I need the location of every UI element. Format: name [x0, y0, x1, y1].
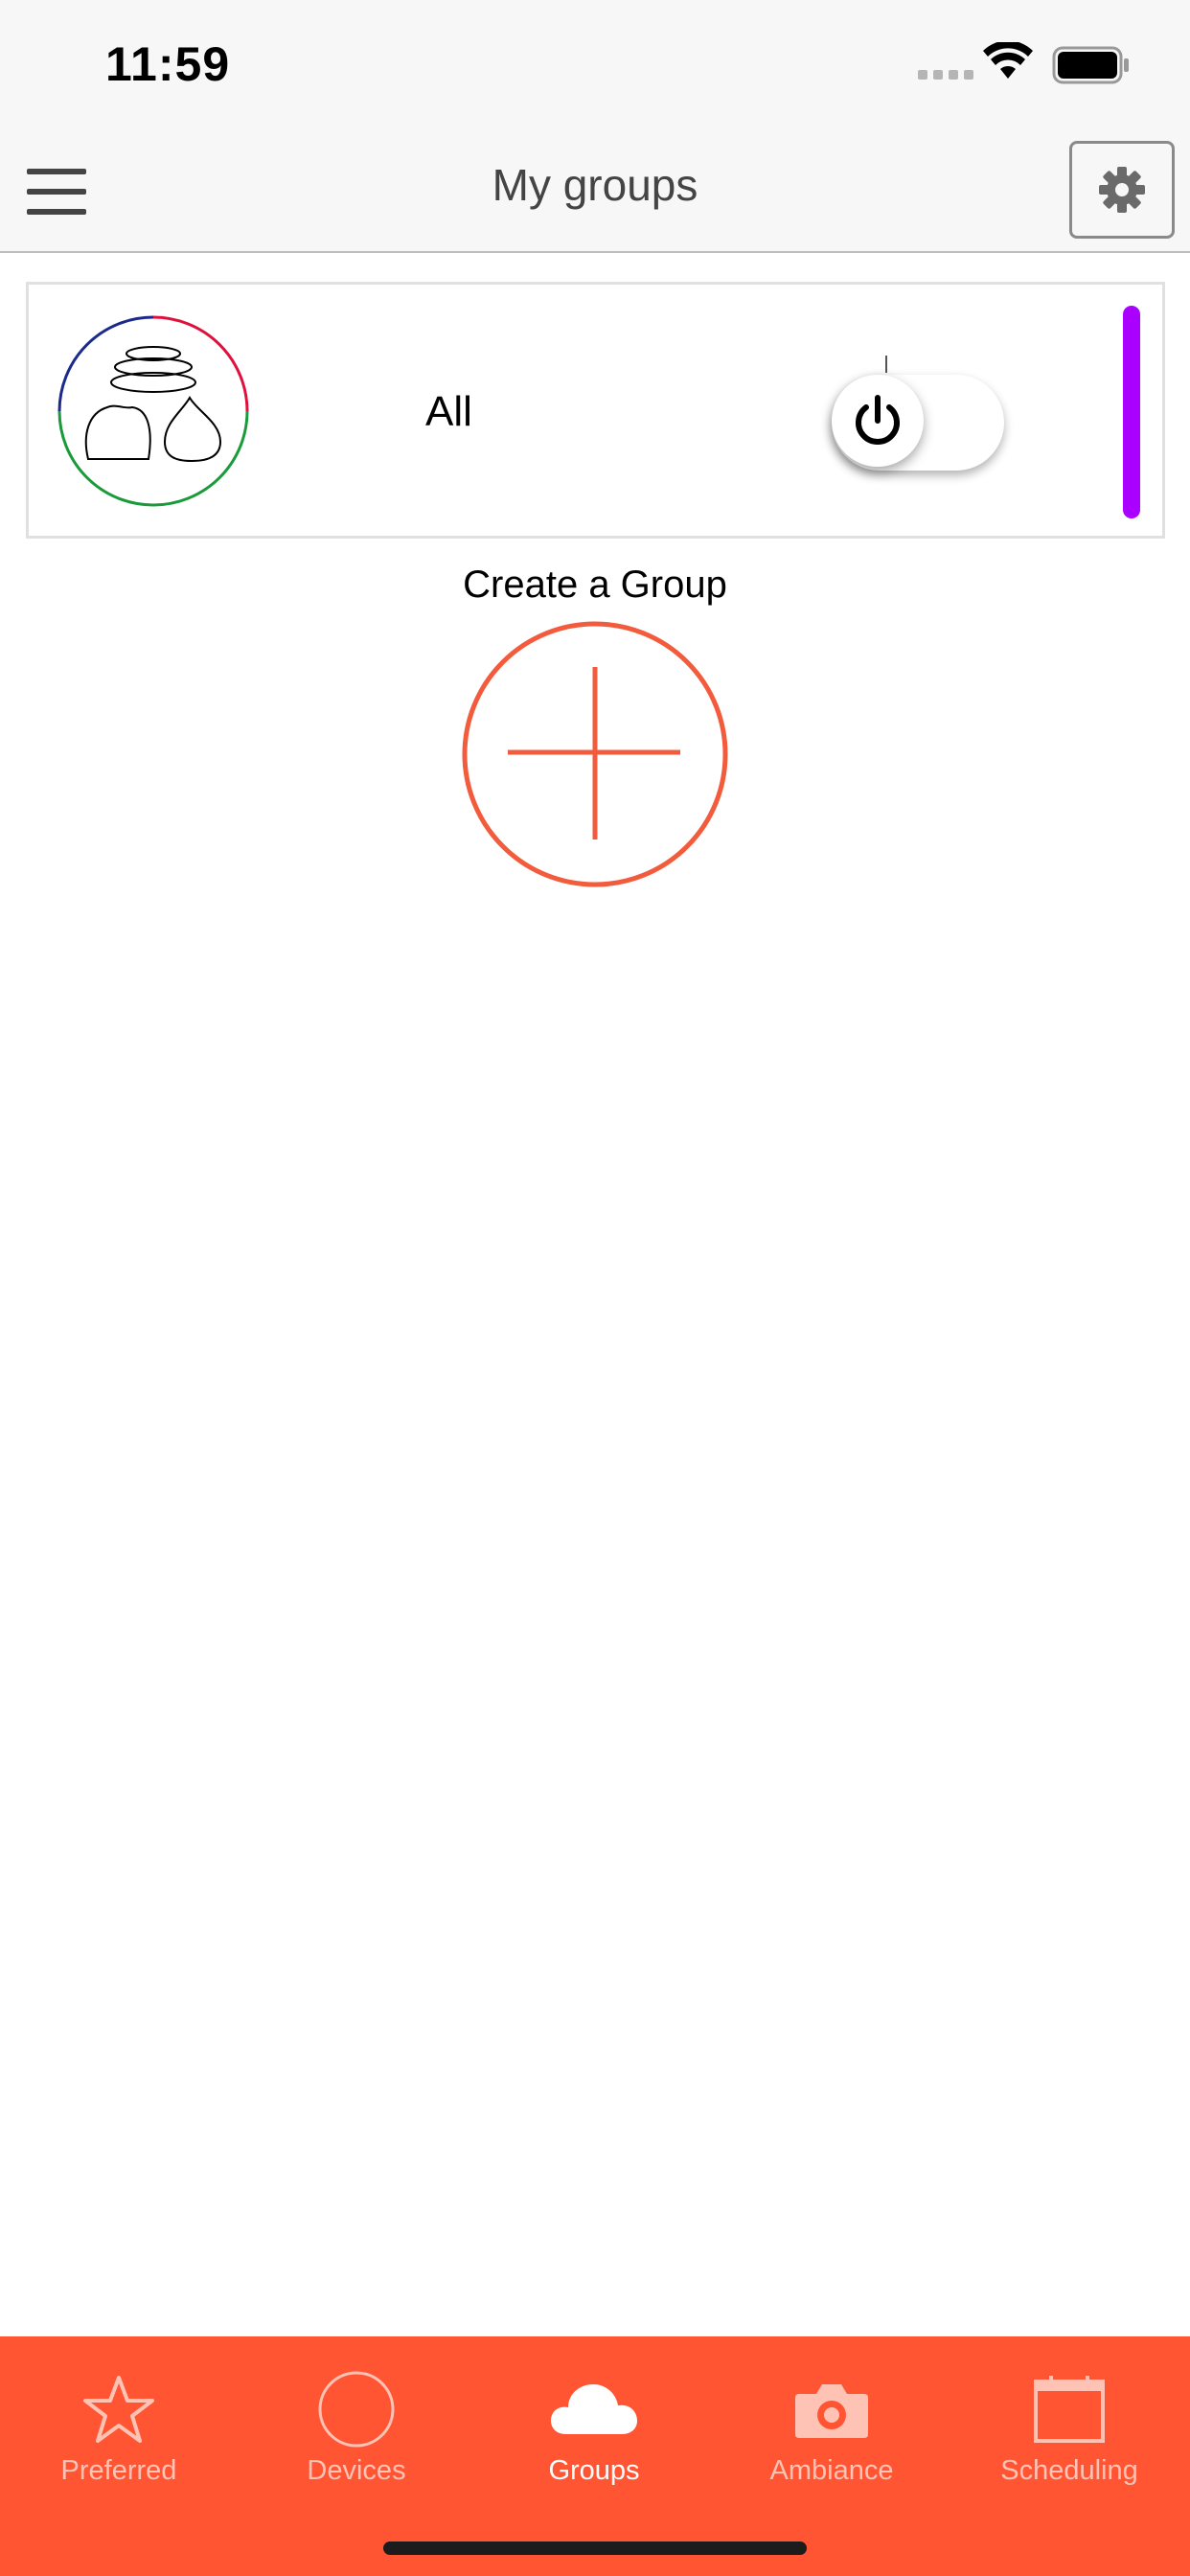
tab-label: Ambiance	[769, 2455, 894, 2486]
nav-bar: My groups	[0, 134, 1190, 253]
status-time: 11:59	[105, 37, 231, 91]
calendar-icon	[1034, 2376, 1105, 2443]
tab-scheduling[interactable]: Scheduling	[950, 2356, 1188, 2490]
cloud-icon	[551, 2384, 637, 2434]
star-icon	[83, 2376, 154, 2443]
group-devices-icon	[57, 315, 249, 507]
cellular-signal-icon	[918, 70, 973, 80]
group-card[interactable]: All	[26, 282, 1165, 539]
settings-button[interactable]	[1069, 141, 1175, 239]
create-group-button[interactable]	[462, 621, 728, 887]
home-indicator[interactable]	[383, 2542, 807, 2555]
status-bar: 11:59	[0, 0, 1190, 134]
wifi-icon	[983, 42, 1033, 79]
page-title: My groups	[492, 160, 698, 210]
group-color-indicator	[1123, 306, 1140, 518]
create-group-label: Create a Group	[463, 564, 727, 606]
camera-icon	[795, 2384, 868, 2438]
tab-label: Scheduling	[1000, 2455, 1138, 2486]
tab-groups[interactable]: Groups	[475, 2356, 713, 2490]
power-toggle[interactable]	[803, 361, 1004, 471]
group-name: All	[425, 388, 472, 435]
tab-bar: Preferred Devices Groups Ambiance Schedu…	[0, 2336, 1190, 2576]
power-icon	[856, 395, 900, 445]
tab-label: Preferred	[60, 2455, 177, 2486]
gear-icon	[1099, 167, 1145, 213]
tab-label: Groups	[548, 2455, 640, 2486]
tab-ambiance[interactable]: Ambiance	[713, 2356, 950, 2490]
tab-label: Devices	[307, 2455, 406, 2486]
circle-icon	[318, 2371, 395, 2448]
toggle-knob[interactable]	[832, 375, 924, 467]
battery-icon	[1052, 46, 1129, 84]
tab-devices[interactable]: Devices	[238, 2356, 475, 2490]
tab-preferred[interactable]: Preferred	[0, 2356, 238, 2490]
